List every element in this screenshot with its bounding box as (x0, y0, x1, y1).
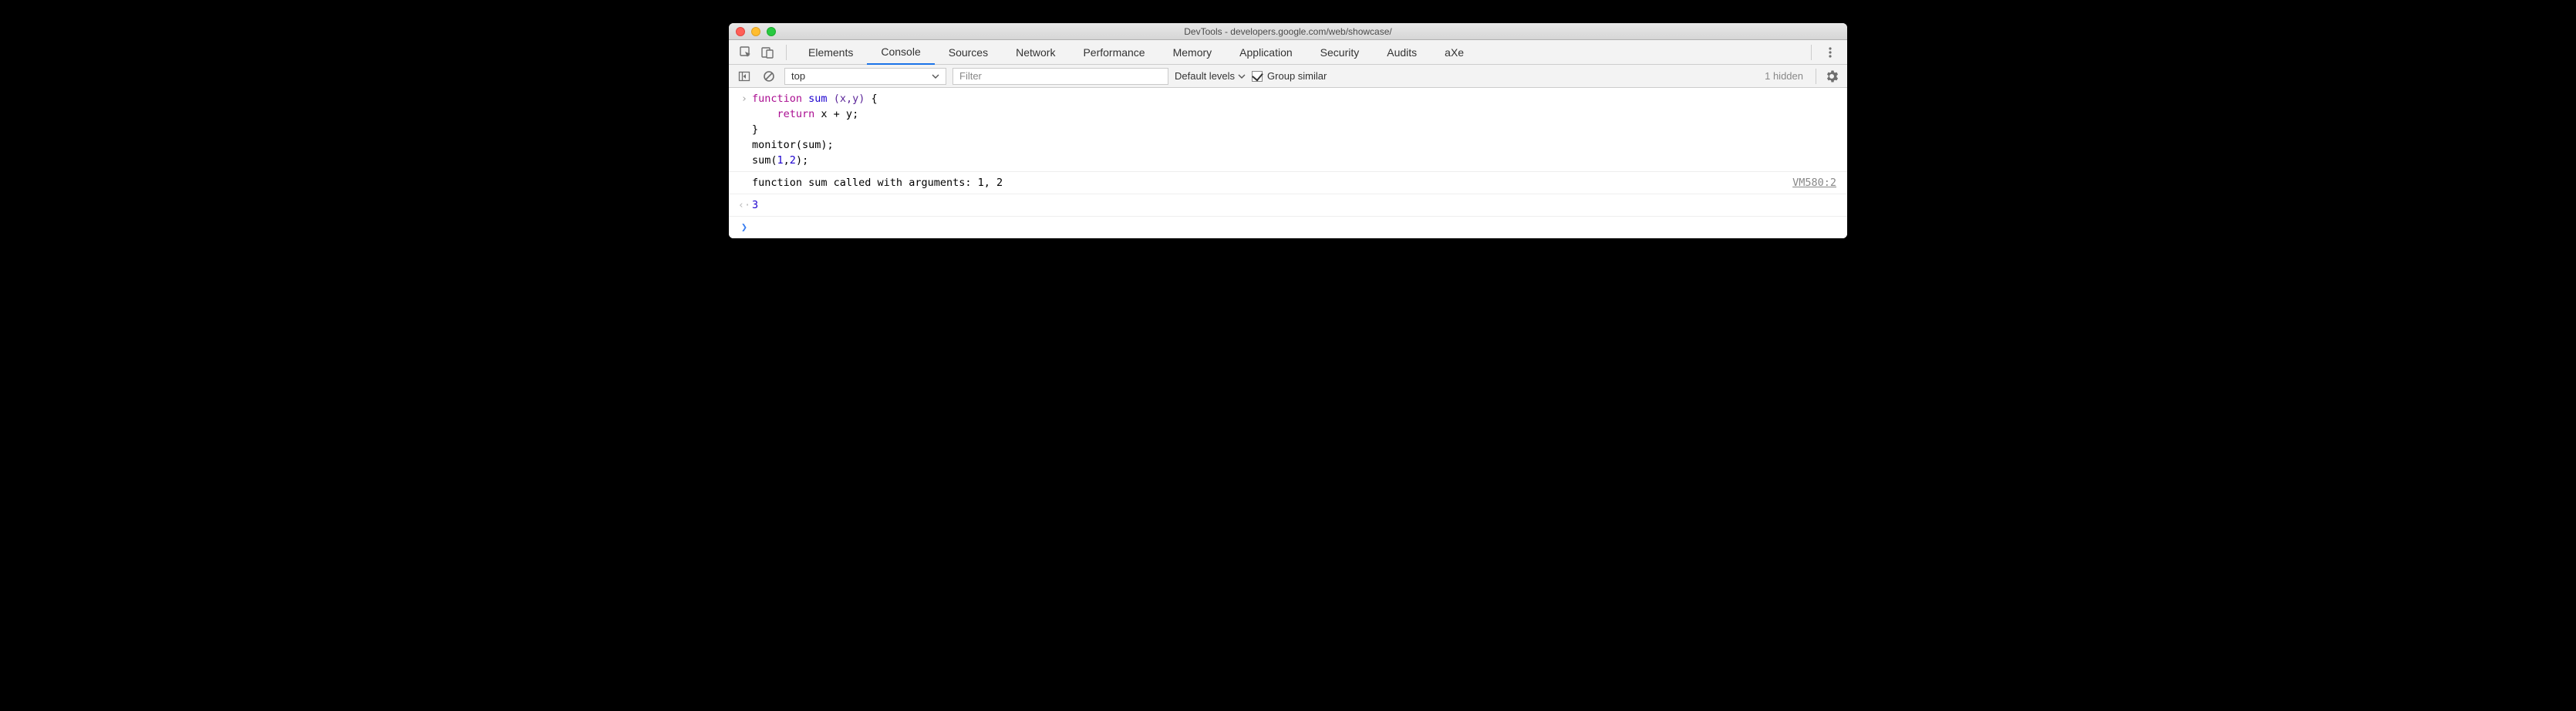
tab-label: aXe (1445, 46, 1464, 59)
tab-security[interactable]: Security (1307, 40, 1374, 65)
tab-audits[interactable]: Audits (1373, 40, 1431, 65)
tab-application[interactable]: Application (1226, 40, 1307, 65)
tab-label: Elements (808, 46, 853, 59)
log-source-link[interactable]: VM580:2 (1792, 175, 1839, 190)
window-title: DevTools - developers.google.com/web/sho… (729, 26, 1847, 37)
console-input-code: function sum (x,y) { return x + y; } mon… (752, 91, 1839, 168)
prompt-chevron-icon: ❯ (737, 220, 752, 235)
tab-memory[interactable]: Memory (1159, 40, 1226, 65)
tab-label: Audits (1387, 46, 1417, 59)
tab-network[interactable]: Network (1002, 40, 1069, 65)
tab-console[interactable]: Console (867, 40, 934, 65)
output-chevron-icon: ‹· (737, 197, 752, 213)
group-similar-checkbox[interactable]: Group similar (1252, 70, 1327, 82)
console-result-row: ‹· 3 (729, 194, 1847, 217)
devtools-window: DevTools - developers.google.com/web/sho… (729, 23, 1847, 238)
console-body: › function sum (x,y) { return x + y; } m… (729, 88, 1847, 238)
group-similar-label: Group similar (1267, 70, 1327, 82)
tab-label: Security (1320, 46, 1360, 59)
chevron-down-icon (932, 72, 939, 80)
titlebar: DevTools - developers.google.com/web/sho… (729, 23, 1847, 40)
tab-bar: Elements Console Sources Network Perform… (729, 40, 1847, 65)
result-value: 3 (752, 197, 1839, 213)
sidebar-toggle-icon[interactable] (735, 67, 754, 86)
prompt-input[interactable] (752, 220, 1839, 235)
tab-axe[interactable]: aXe (1431, 40, 1478, 65)
log-gutter (737, 175, 752, 190)
inspect-element-icon[interactable] (735, 42, 757, 63)
context-value: top (791, 70, 805, 82)
settings-gear-icon[interactable] (1822, 67, 1841, 86)
tab-label: Console (881, 45, 920, 58)
hidden-count[interactable]: 1 hidden (1765, 70, 1803, 82)
separator (1811, 45, 1812, 60)
tab-sources[interactable]: Sources (935, 40, 1002, 65)
input-chevron-icon: › (737, 91, 752, 168)
tab-label: Performance (1083, 46, 1145, 59)
tab-label: Memory (1173, 46, 1212, 59)
tab-label: Network (1016, 46, 1055, 59)
more-icon[interactable] (1819, 42, 1841, 63)
log-levels-selector[interactable]: Default levels (1175, 70, 1246, 82)
tab-elements[interactable]: Elements (794, 40, 867, 65)
device-toolbar-icon[interactable] (757, 42, 778, 63)
tab-label: Sources (949, 46, 988, 59)
filter-input[interactable] (953, 68, 1168, 85)
console-prompt-row[interactable]: ❯ (729, 217, 1847, 238)
console-toolbar: top Default levels Group similar 1 hidde… (729, 65, 1847, 88)
console-log-row: function sum called with arguments: 1, 2… (729, 172, 1847, 194)
context-selector[interactable]: top (784, 68, 946, 85)
tab-performance[interactable]: Performance (1069, 40, 1158, 65)
log-message: function sum called with arguments: 1, 2 (752, 175, 1792, 190)
levels-label: Default levels (1175, 70, 1235, 82)
checkbox-icon (1252, 71, 1263, 82)
chevron-down-icon (1238, 72, 1246, 80)
console-input-row[interactable]: › function sum (x,y) { return x + y; } m… (729, 88, 1847, 172)
clear-console-icon[interactable] (760, 67, 778, 86)
separator (786, 45, 787, 60)
tab-label: Application (1239, 46, 1293, 59)
